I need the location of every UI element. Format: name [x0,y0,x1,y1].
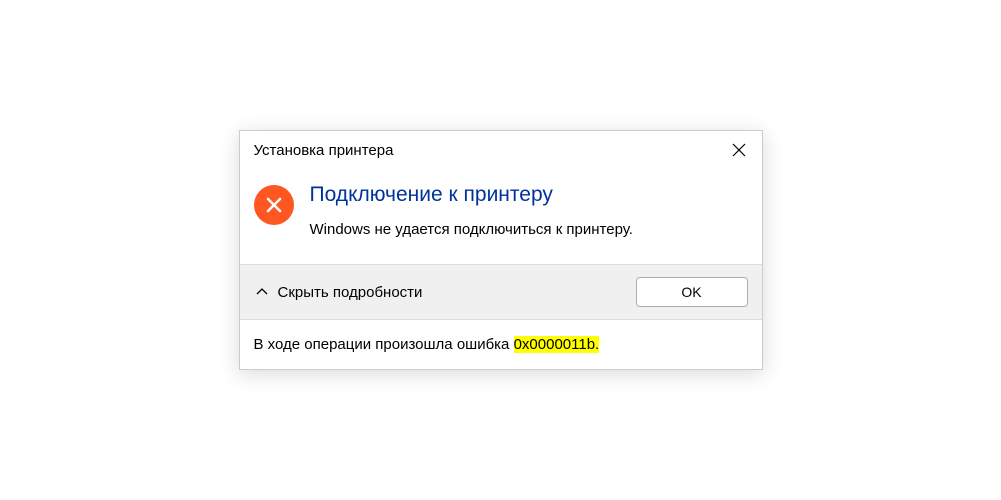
error-dialog: Установка принтера Подключение к принтер… [239,130,763,370]
details-panel: В ходе операции произошла ошибка 0x00000… [240,319,762,369]
dialog-content: Подключение к принтеру Windows не удаетс… [240,167,762,264]
dialog-message: Windows не удается подключиться к принте… [310,221,748,238]
error-icon [254,185,294,225]
dialog-footer: Скрыть подробности OK [240,264,762,319]
error-code: 0x0000011b [514,336,595,353]
chevron-up-icon [254,284,270,300]
close-button[interactable] [730,141,748,159]
details-text-prefix: В ходе операции произошла ошибка [254,336,514,353]
close-icon [732,143,746,157]
details-toggle-label: Скрыть подробности [278,284,423,301]
content-text: Подключение к принтеру Windows не удаетс… [310,181,748,238]
titlebar: Установка принтера [240,131,762,167]
dialog-title: Установка принтера [254,142,394,159]
dialog-heading: Подключение к принтеру [310,183,748,207]
details-text-suffix: . [595,336,599,353]
details-toggle[interactable]: Скрыть подробности [254,284,423,301]
ok-button[interactable]: OK [636,277,748,307]
